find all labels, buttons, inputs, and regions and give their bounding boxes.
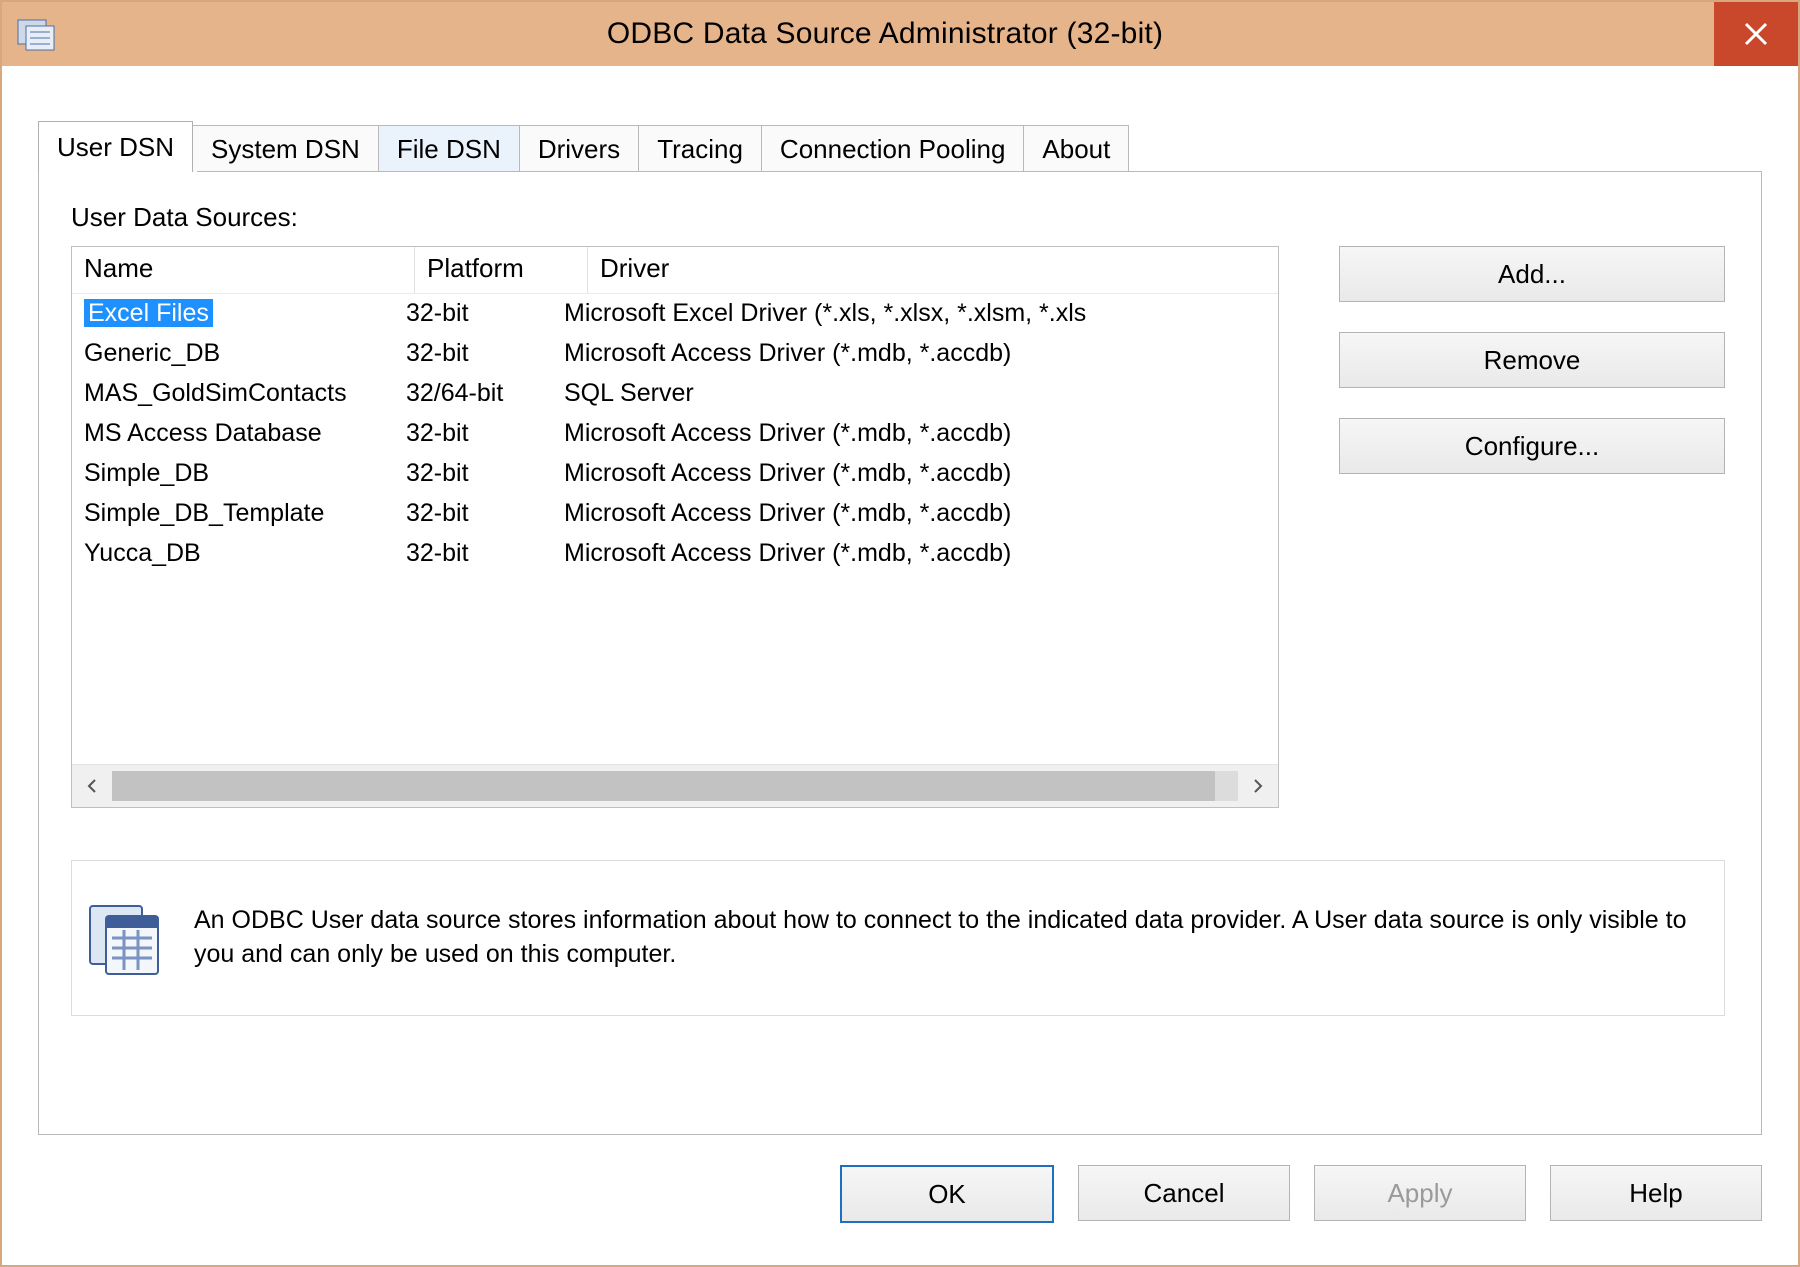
tab-page: User Data Sources: Name Platform Driver … (38, 171, 1762, 1135)
tab-strip: User DSN System DSN File DSN Drivers Tra… (38, 122, 1128, 172)
info-panel: An ODBC User data source stores informat… (71, 860, 1725, 1016)
cell-driver: Microsoft Access Driver (*.mdb, *.accdb) (556, 339, 1278, 368)
cell-name: Generic_DB (84, 339, 404, 368)
table-row[interactable]: Simple_DB_Template32-bitMicrosoft Access… (72, 493, 1278, 533)
cell-platform: 32-bit (404, 299, 556, 328)
info-text: An ODBC User data source stores informat… (194, 904, 1704, 972)
cell-driver: SQL Server (556, 379, 1278, 408)
table-row[interactable]: Excel Files32-bitMicrosoft Excel Driver … (72, 293, 1278, 333)
close-icon (1742, 20, 1770, 48)
help-button[interactable]: Help (1550, 1165, 1762, 1221)
titlebar[interactable]: ODBC Data Source Administrator (32-bit) (2, 2, 1798, 66)
cancel-button[interactable]: Cancel (1078, 1165, 1290, 1221)
table-row[interactable]: Yucca_DB32-bitMicrosoft Access Driver (*… (72, 533, 1278, 573)
list-header[interactable]: Name Platform Driver (72, 247, 1278, 294)
cell-platform: 32/64-bit (404, 379, 556, 408)
tab-connection-pooling[interactable]: Connection Pooling (761, 125, 1025, 172)
table-row[interactable]: Generic_DB32-bitMicrosoft Access Driver … (72, 333, 1278, 373)
tab-user-dsn[interactable]: User DSN (38, 121, 193, 172)
section-label: User Data Sources: (71, 202, 298, 233)
remove-button[interactable]: Remove (1339, 332, 1725, 388)
cell-driver: Microsoft Access Driver (*.mdb, *.accdb) (556, 499, 1278, 528)
cell-name: Excel Files (84, 299, 404, 328)
tab-tracing[interactable]: Tracing (638, 125, 762, 172)
scroll-track[interactable] (112, 771, 1238, 801)
add-button[interactable]: Add... (1339, 246, 1725, 302)
database-icon (84, 896, 168, 980)
close-button[interactable] (1714, 2, 1798, 66)
cell-name: Simple_DB (84, 459, 404, 488)
cell-driver: Microsoft Access Driver (*.mdb, *.accdb) (556, 539, 1278, 568)
col-driver[interactable]: Driver (588, 247, 1278, 293)
cell-name: Yucca_DB (84, 539, 404, 568)
table-row[interactable]: Simple_DB32-bitMicrosoft Access Driver (… (72, 453, 1278, 493)
scroll-left-icon[interactable] (72, 765, 112, 807)
col-platform[interactable]: Platform (415, 247, 588, 293)
cell-driver: Microsoft Access Driver (*.mdb, *.accdb) (556, 419, 1278, 448)
cell-platform: 32-bit (404, 419, 556, 448)
dsn-list[interactable]: Name Platform Driver Excel Files32-bitMi… (71, 246, 1279, 808)
tab-system-dsn[interactable]: System DSN (192, 125, 379, 172)
configure-button[interactable]: Configure... (1339, 418, 1725, 474)
app-icon (16, 14, 56, 54)
cell-platform: 32-bit (404, 539, 556, 568)
tab-about[interactable]: About (1023, 125, 1129, 172)
cell-platform: 32-bit (404, 499, 556, 528)
tab-file-dsn[interactable]: File DSN (378, 125, 520, 172)
odbc-admin-window: ODBC Data Source Administrator (32-bit) … (0, 0, 1800, 1267)
cell-driver: Microsoft Access Driver (*.mdb, *.accdb) (556, 459, 1278, 488)
table-row[interactable]: MS Access Database32-bitMicrosoft Access… (72, 413, 1278, 453)
cell-driver: Microsoft Excel Driver (*.xls, *.xlsx, *… (556, 299, 1278, 328)
cell-name: MAS_GoldSimContacts (84, 379, 404, 408)
scroll-right-icon[interactable] (1238, 765, 1278, 807)
ok-button[interactable]: OK (840, 1165, 1054, 1223)
window-title: ODBC Data Source Administrator (32-bit) (56, 17, 1714, 51)
list-body[interactable]: Excel Files32-bitMicrosoft Excel Driver … (72, 293, 1278, 765)
horizontal-scrollbar[interactable] (72, 764, 1278, 807)
tab-drivers[interactable]: Drivers (519, 125, 639, 172)
col-name[interactable]: Name (72, 247, 415, 293)
cell-name: MS Access Database (84, 419, 404, 448)
scroll-thumb[interactable] (112, 771, 1215, 801)
cell-platform: 32-bit (404, 459, 556, 488)
cell-name: Simple_DB_Template (84, 499, 404, 528)
client-area: User DSN System DSN File DSN Drivers Tra… (4, 68, 1796, 1263)
cell-platform: 32-bit (404, 339, 556, 368)
dialog-button-row: OK Cancel Apply Help (840, 1165, 1762, 1223)
apply-button[interactable]: Apply (1314, 1165, 1526, 1221)
table-row[interactable]: MAS_GoldSimContacts32/64-bitSQL Server (72, 373, 1278, 413)
